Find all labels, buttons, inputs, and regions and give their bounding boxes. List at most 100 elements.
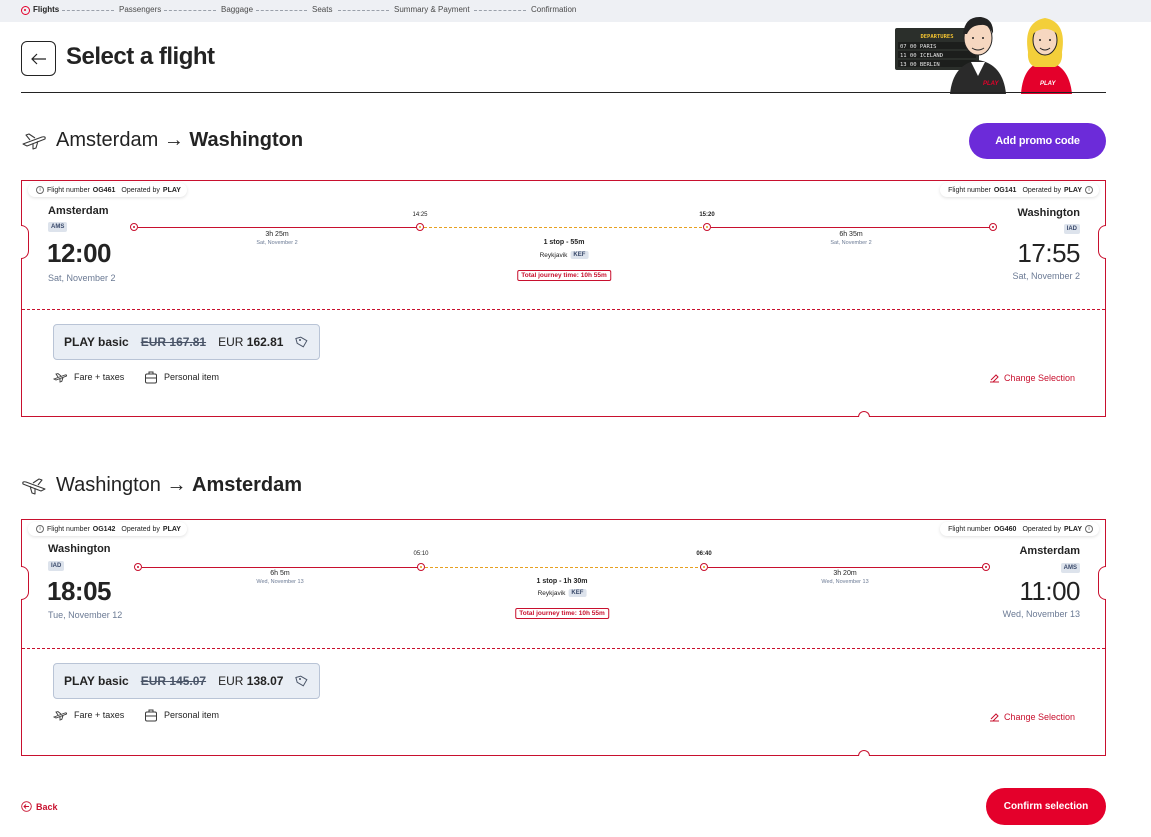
- timeline-node: [703, 223, 711, 231]
- step-passengers[interactable]: Passengers: [119, 5, 161, 14]
- stopover: Reykjavik KEF: [540, 251, 589, 259]
- leg-duration: 3h 20m: [833, 570, 857, 577]
- page-title: Select a flight: [66, 43, 215, 70]
- total-journey-time: Total journey time: 10h 55m: [517, 270, 611, 281]
- brand-logo: PLAY: [983, 81, 1000, 87]
- step-connector: [62, 10, 114, 11]
- timeline-node: [134, 563, 142, 571]
- step-seats[interactable]: Seats: [312, 5, 332, 14]
- stopover-code: KEF: [568, 589, 587, 597]
- flight-number-pill: Flight number OG460 Operated by PLAY i: [940, 522, 1099, 536]
- leg-duration: 6h 35m: [839, 231, 863, 238]
- departure-date: Tue, November 12: [48, 610, 123, 620]
- leg-date: Wed, November 13: [256, 579, 304, 585]
- arrow-left-icon: [30, 53, 46, 64]
- stopover-city: Reykjavik: [539, 251, 568, 259]
- stop-departure-time: 06:40: [696, 551, 712, 557]
- layover-line: [424, 227, 707, 228]
- leg-date: Sat, November 2: [256, 240, 298, 246]
- flight-number-pill: Flight number OG141 Operated by PLAY i: [940, 183, 1099, 197]
- arrival-time: 11:00: [1019, 576, 1080, 606]
- back-arrow-icon: [21, 801, 32, 812]
- fare-option[interactable]: PLAY basic EUR 167.81 EUR 162.81: [53, 324, 321, 360]
- card-notch: [21, 566, 29, 600]
- current-step-icon: [21, 6, 30, 15]
- inbound-flight-card: i Flight number OG142 Operated by PLAY Fli…: [21, 519, 1106, 756]
- departure-time: 18:05: [47, 576, 112, 606]
- arrival-airport-code: IAD: [1063, 224, 1080, 234]
- board-row: 13 00 BERLIN: [900, 62, 940, 68]
- fare-price: EUR 138.07: [218, 674, 284, 688]
- step-connector: [474, 10, 526, 11]
- info-icon[interactable]: i: [1085, 525, 1093, 533]
- leg-duration: 3h 25m: [265, 231, 289, 238]
- destination-city: Amsterdam: [192, 473, 303, 496]
- fare-original-price: EUR 167.81: [140, 335, 207, 349]
- step-baggage[interactable]: Baggage: [221, 5, 253, 14]
- origin-city: Washington: [56, 473, 161, 496]
- fare-price: EUR 162.81: [218, 335, 284, 349]
- arrival-date: Wed, November 13: [1002, 609, 1080, 619]
- arrival-city: Amsterdam: [1019, 545, 1080, 557]
- outbound-flight-card: i Flight number OG461 Operated by PLAY Fli…: [21, 180, 1106, 417]
- leg-date: Sat, November 2: [830, 240, 872, 246]
- timeline-node: [700, 563, 708, 571]
- layover-line: [425, 567, 703, 568]
- card-divider: [22, 309, 1105, 310]
- discount-tag-icon: [295, 336, 308, 348]
- outbound-route-heading: Amsterdam → Washington: [21, 125, 303, 155]
- departure-date: Sat, November 2: [48, 273, 116, 283]
- departure-airport-code: IAD: [48, 561, 65, 571]
- departure-airport-code: AMS: [48, 222, 68, 232]
- arrival-city: Washington: [1017, 207, 1080, 219]
- stopover-city: Reykjavik: [537, 589, 566, 597]
- flight-leg-line: [142, 567, 420, 568]
- step-connector: [338, 10, 389, 11]
- stop-departure-time: 15:20: [699, 212, 715, 218]
- info-icon[interactable]: i: [1085, 186, 1093, 194]
- timeline-node: [416, 223, 424, 231]
- departure-city: Washington: [48, 543, 111, 555]
- card-divider: [22, 648, 1105, 649]
- personal-item-feature: Personal item: [144, 370, 219, 384]
- personal-item-feature: Personal item: [144, 708, 219, 722]
- step-flights[interactable]: Flights: [33, 5, 59, 14]
- step-connector: [256, 10, 307, 11]
- brand-logo: PLAY: [1040, 81, 1057, 87]
- plane-icon: [53, 373, 68, 383]
- header-divider: [21, 92, 1106, 93]
- info-icon[interactable]: i: [36, 525, 44, 533]
- fare-taxes-feature: Fare + taxes: [53, 371, 124, 383]
- route-arrow: →: [163, 128, 184, 151]
- change-selection-link[interactable]: Change Selection: [989, 373, 1075, 383]
- fare-option[interactable]: PLAY basic EUR 145.07 EUR 138.07: [53, 663, 321, 699]
- stop-summary: 1 stop - 55m: [543, 239, 585, 246]
- card-notch: [858, 750, 870, 756]
- step-confirmation[interactable]: Confirmation: [531, 5, 576, 14]
- card-notch: [21, 225, 29, 259]
- arrival-date: Sat, November 2: [1012, 271, 1080, 281]
- plane-departure-icon: [22, 133, 46, 150]
- timeline-node: [130, 223, 138, 231]
- timeline-node: [989, 223, 997, 231]
- back-button[interactable]: [21, 41, 56, 76]
- total-journey-time: Total journey time: 10h 55m: [515, 608, 609, 619]
- leg-date: Wed, November 13: [821, 579, 869, 585]
- confirm-selection-button[interactable]: Confirm selection: [986, 788, 1106, 825]
- fare-taxes-feature: Fare + taxes: [53, 709, 124, 721]
- timeline-node: [982, 563, 990, 571]
- bag-icon: [145, 371, 157, 384]
- info-icon[interactable]: i: [36, 186, 44, 194]
- change-selection-link[interactable]: Change Selection: [989, 712, 1075, 722]
- departure-city: Amsterdam: [48, 205, 109, 217]
- step-connector: [164, 10, 216, 11]
- flight-leg-line: [708, 567, 986, 568]
- back-link[interactable]: Back: [21, 801, 58, 812]
- step-summary-payment[interactable]: Summary & Payment: [394, 5, 470, 14]
- flight-leg-line: [138, 227, 420, 228]
- route-arrow: →: [166, 473, 187, 496]
- add-promo-code-button[interactable]: Add promo code: [969, 123, 1106, 159]
- arrival-time: 17:55: [1017, 238, 1080, 268]
- stopover-code: KEF: [570, 251, 589, 259]
- card-notch: [1098, 225, 1106, 259]
